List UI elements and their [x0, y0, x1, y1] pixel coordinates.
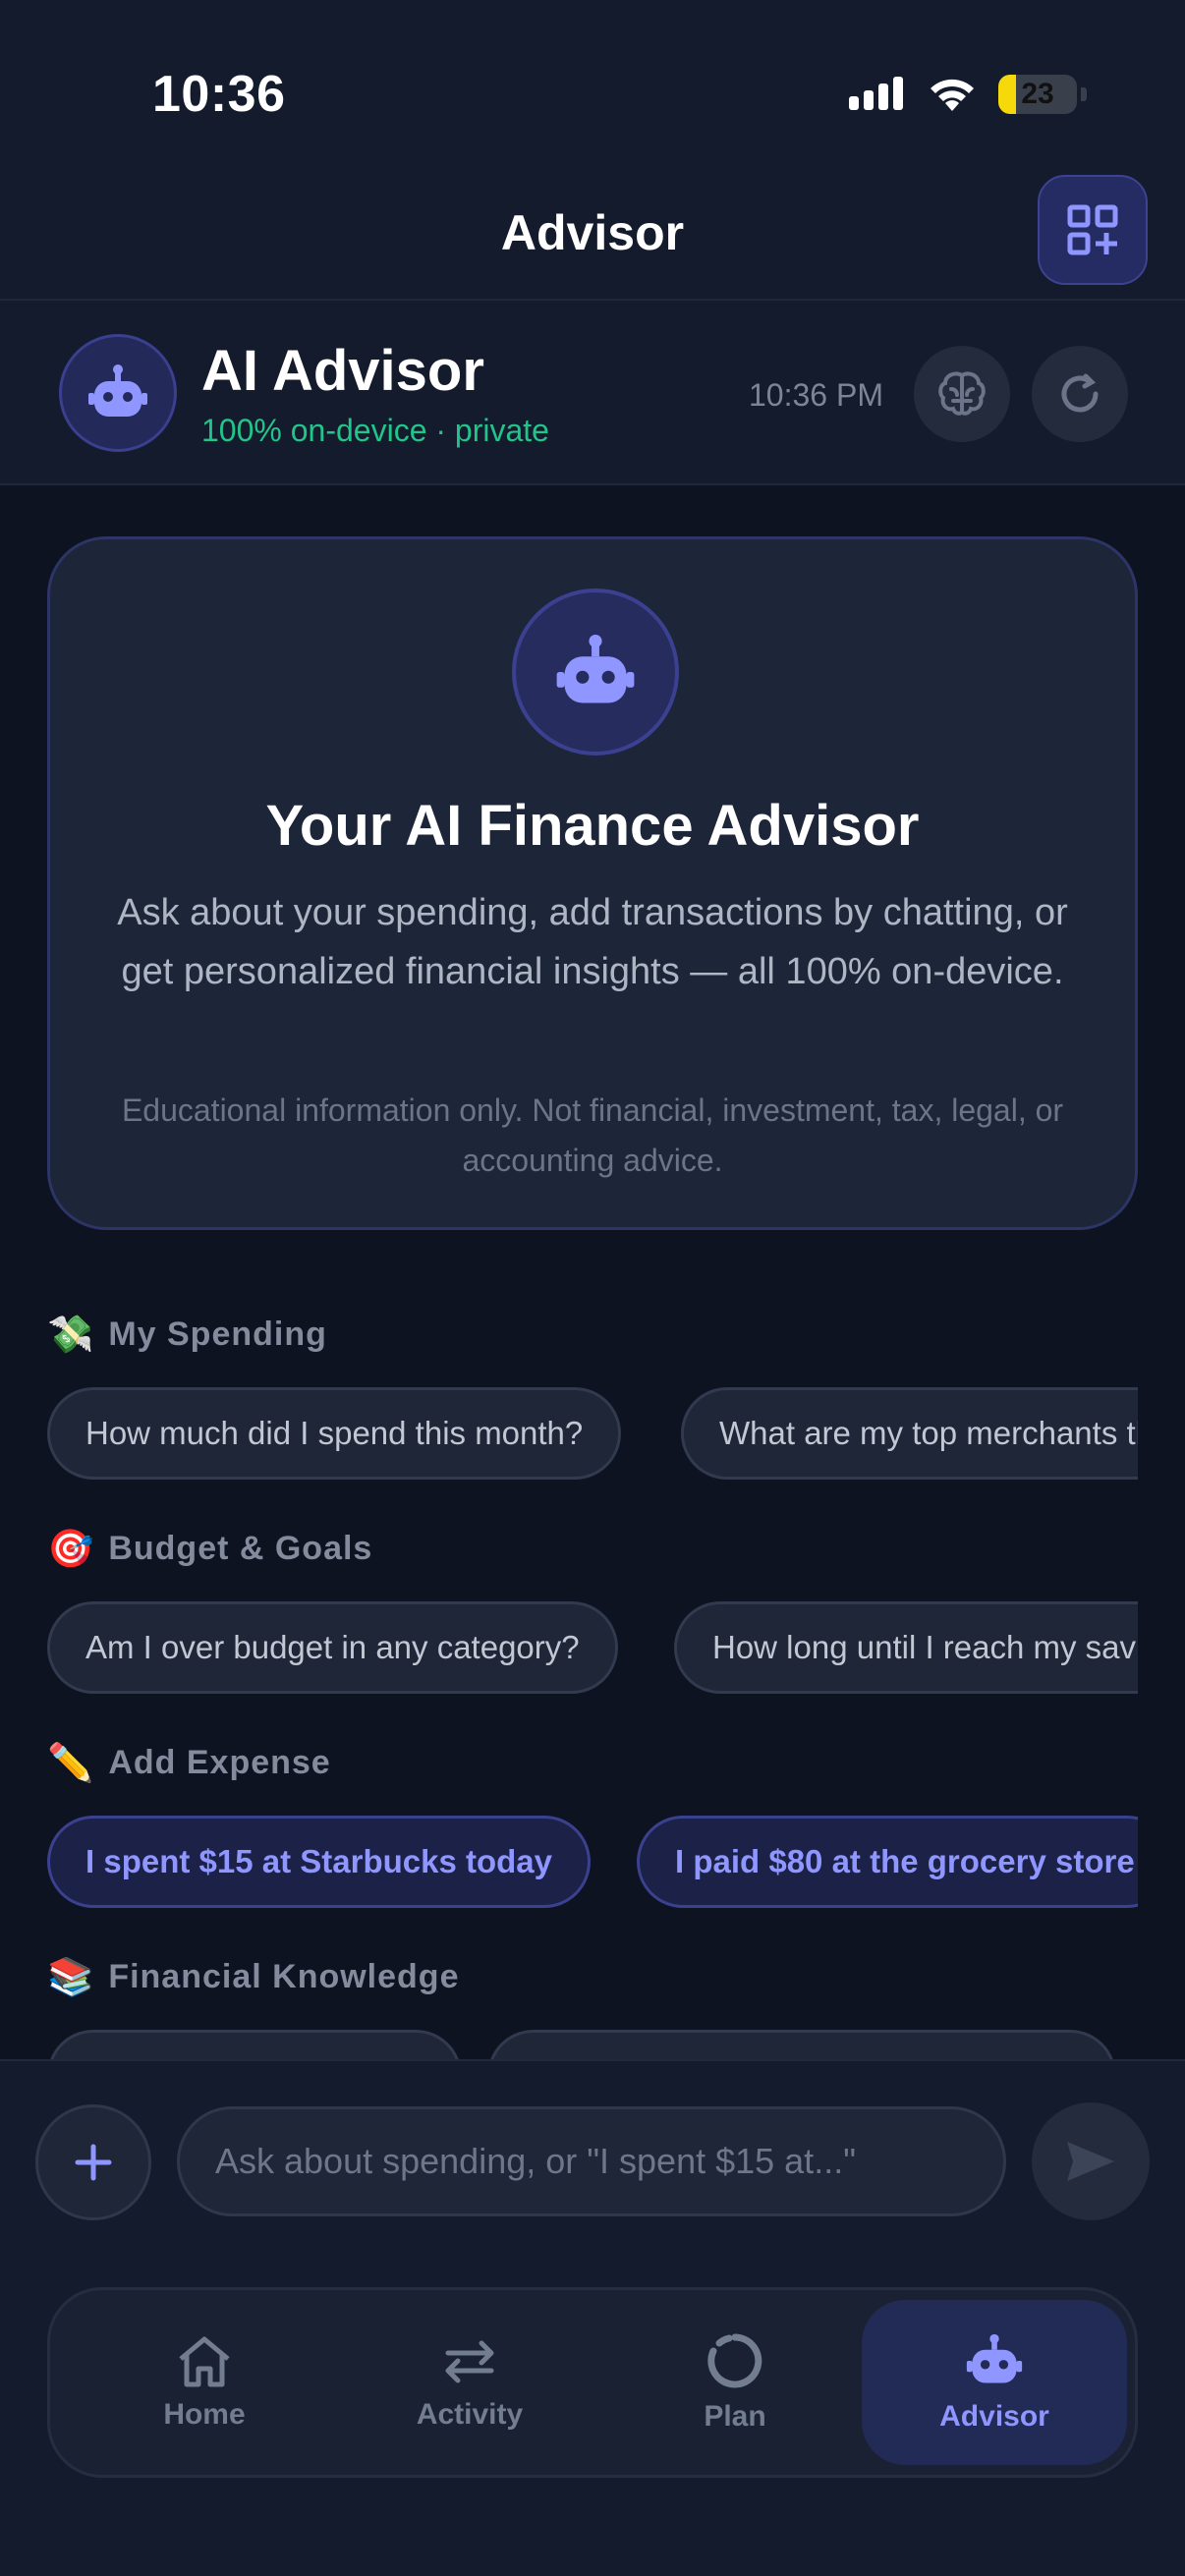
send-button[interactable]: [1032, 2102, 1150, 2220]
advisor-name: AI Advisor: [201, 339, 484, 403]
suggestion-chip[interactable]: How long until I reach my savings goal?: [674, 1601, 1138, 1694]
money-wings-icon: 💸: [47, 1313, 95, 1356]
robot-icon: [88, 364, 147, 417]
suggestion-chip[interactable]: I spent $15 at Starbucks today: [47, 1816, 592, 1908]
suggestion-chip[interactable]: [47, 2030, 462, 2059]
ring-chart-icon: [707, 2333, 762, 2388]
welcome-title: Your AI Finance Advisor: [265, 794, 920, 858]
memory-button[interactable]: [914, 346, 1010, 442]
chip-row-financial-knowledge[interactable]: [47, 2030, 1138, 2059]
send-icon: [1067, 2142, 1114, 2181]
plus-icon: [75, 2144, 112, 2181]
welcome-card: Your AI Finance Advisor Ask about your s…: [47, 536, 1138, 1230]
brain-icon: [938, 371, 986, 416]
tab-activity[interactable]: Activity: [337, 2300, 602, 2465]
tab-bar: Home Activity Plan Advisor: [47, 2287, 1138, 2478]
section-label-my-spending: 💸 My Spending: [47, 1313, 327, 1356]
tab-label: Activity: [416, 2398, 524, 2431]
advisor-avatar: [59, 334, 177, 452]
welcome-description: Ask about your spending, add transaction…: [117, 892, 1068, 992]
welcome-avatar: [512, 588, 679, 756]
suggestion-chip[interactable]: [487, 2030, 1116, 2059]
section-label-add-expense: ✏️ Add Expense: [47, 1741, 331, 1784]
message-input[interactable]: [177, 2106, 1006, 2216]
tab-label: Advisor: [939, 2400, 1049, 2433]
tab-label: Home: [163, 2398, 246, 2431]
wifi-icon: [931, 79, 974, 111]
suggestion-chip[interactable]: Am I over budget in any category?: [47, 1601, 618, 1694]
tab-label: Plan: [704, 2400, 766, 2433]
suggestion-chip[interactable]: How much did I spend this month?: [47, 1387, 622, 1480]
add-widget-button[interactable]: [1038, 175, 1148, 285]
composer-area: Home Activity Plan: [0, 2059, 1185, 2576]
refresh-button[interactable]: [1032, 346, 1128, 442]
cellular-signal-icon: [849, 77, 903, 110]
chip-row-my-spending[interactable]: How much did I spend this month? What ar…: [47, 1387, 1138, 1482]
section-label-budget-goals: 🎯 Budget & Goals: [47, 1527, 373, 1570]
pencil-icon: ✏️: [47, 1741, 95, 1784]
suggestion-chip[interactable]: I paid $80 at the grocery store: [637, 1816, 1138, 1908]
battery-indicator: 23: [998, 75, 1077, 114]
chip-row-add-expense[interactable]: I spent $15 at Starbucks today I paid $8…: [47, 1816, 1138, 1910]
advisor-time: 10:36 PM: [749, 377, 883, 413]
page-title: Advisor: [500, 205, 685, 260]
grid-plus-icon: [1067, 204, 1118, 255]
tab-plan[interactable]: Plan: [602, 2300, 868, 2465]
welcome-disclaimer: Educational information only. Not financ…: [121, 1092, 1064, 1178]
robot-icon: [966, 2333, 1023, 2383]
tab-advisor[interactable]: Advisor: [862, 2300, 1127, 2465]
home-icon: [179, 2336, 230, 2387]
target-icon: 🎯: [47, 1527, 95, 1570]
battery-percent: 23: [1021, 78, 1054, 110]
tab-home[interactable]: Home: [72, 2300, 337, 2465]
suggestion-chip[interactable]: What are my top merchants this month?: [681, 1387, 1138, 1480]
advisor-header: AI Advisor 100% on-device · private 10:3…: [0, 299, 1185, 485]
status-icons: 23: [847, 71, 1087, 118]
books-icon: 📚: [47, 1955, 95, 1998]
add-attachment-button[interactable]: [35, 2104, 151, 2220]
section-label-financial-knowledge: 📚 Financial Knowledge: [47, 1955, 460, 1998]
robot-icon: [556, 634, 635, 703]
advisor-privacy-status: 100% on-device · private: [201, 413, 549, 448]
chip-row-budget-goals[interactable]: Am I over budget in any category? How lo…: [47, 1601, 1138, 1696]
top-bar: 10:36 23 Advisor: [0, 0, 1185, 299]
chat-content[interactable]: Your AI Finance Advisor Ask about your s…: [0, 485, 1185, 2059]
refresh-icon: [1061, 373, 1099, 413]
status-time: 10:36: [152, 66, 286, 123]
arrows-swap-icon: [445, 2340, 494, 2383]
